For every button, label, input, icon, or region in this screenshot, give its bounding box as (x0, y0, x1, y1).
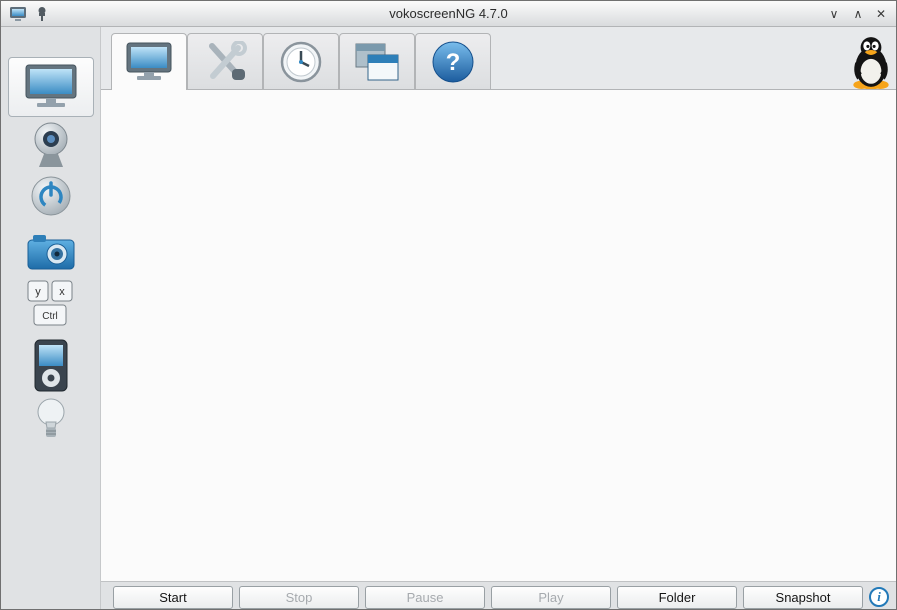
sidebar-item-screencast[interactable] (1, 63, 101, 111)
sidebar-item-shutdown[interactable] (1, 175, 101, 217)
pause-button: Pause (365, 586, 485, 609)
hotkey-y-label: y (35, 286, 41, 298)
bottombar-info-button[interactable]: i (869, 587, 889, 607)
help-glyph: ? (446, 49, 461, 76)
tools-icon (201, 41, 249, 83)
play-button: Play (491, 586, 611, 609)
hotkey-x-label: x (59, 286, 65, 298)
media-player-icon (32, 339, 70, 393)
sidebar-item-camera[interactable] (1, 231, 101, 273)
window-title: vokoscreenNG 4.7.0 (1, 6, 896, 21)
snapshot-button[interactable]: Snapshot (743, 586, 863, 609)
folder-button[interactable]: Folder (617, 586, 737, 609)
start-button[interactable]: Start (113, 586, 233, 609)
sidebar-item-hotkeys[interactable]: y x Ctrl (1, 279, 101, 329)
clock-icon (279, 40, 323, 84)
sidebar-item-systray[interactable] (1, 397, 101, 445)
help-icon: ? (431, 40, 475, 84)
webcam-icon (29, 121, 73, 169)
info-icon: i (877, 589, 881, 605)
tab-screen[interactable] (111, 33, 187, 90)
hotkey-ctrl-label: Ctrl (42, 311, 58, 322)
app-window: vokoscreenNG 4.7.0 ∨ ∧ ✕ y x Ctrl (0, 0, 897, 610)
minimize-button[interactable]: ∨ (824, 4, 844, 24)
tux-logo (849, 35, 893, 94)
power-icon (30, 175, 72, 217)
bottom-toolbar: Start Stop Pause Play Folder Snapshot i (101, 581, 897, 610)
screen-tab-icon (125, 41, 173, 83)
stop-button: Stop (239, 586, 359, 609)
lightbulb-icon (33, 397, 69, 445)
maximize-button[interactable]: ∧ (848, 4, 868, 24)
camera-icon (27, 231, 75, 273)
windows-icon (353, 41, 401, 83)
hotkeys-icon: y x Ctrl (24, 279, 78, 329)
tab-timer[interactable] (263, 33, 339, 89)
close-button[interactable]: ✕ (871, 4, 891, 24)
screen-icon (23, 63, 79, 111)
screen-tab-panel (101, 89, 897, 581)
sidebar-item-player[interactable] (1, 339, 101, 393)
tab-windows[interactable] (339, 33, 415, 89)
tab-tools[interactable] (187, 33, 263, 89)
tab-help[interactable]: ? (415, 33, 491, 89)
window-titlebar[interactable]: vokoscreenNG 4.7.0 ∨ ∧ ✕ (1, 1, 896, 27)
sidebar-item-webcam[interactable] (1, 121, 101, 169)
sidebar: y x Ctrl (1, 27, 101, 610)
